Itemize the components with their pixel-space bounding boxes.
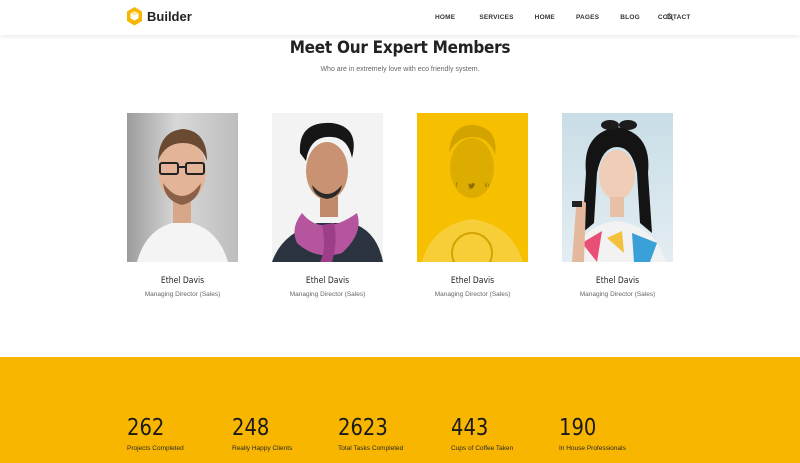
stat-label: Cups of Coffee Taken	[451, 445, 514, 452]
stat-item: 190 In House Professionals	[559, 415, 626, 452]
man-scarf-portrait	[272, 122, 383, 262]
member-name: Ethel Davis	[450, 276, 495, 286]
stat-label: Projects Completed	[127, 445, 184, 452]
man-glasses-portrait	[137, 129, 228, 262]
team-section-title: Meet Our Expert Members	[289, 38, 511, 58]
nav-contact[interactable]: CONTACT	[658, 14, 691, 21]
team-member-card: Ethel Davis Managing Director (Sales)	[127, 113, 238, 298]
member-name: Ethel Davis	[595, 276, 640, 286]
cube-logo-icon	[127, 7, 142, 26]
member-photo-hover[interactable]: f in	[417, 113, 528, 262]
stat-item: 2623 Total Tasks Completed	[338, 415, 403, 452]
stat-value: 248	[232, 415, 270, 441]
stat-item: 248 Really Happy Clients	[232, 415, 292, 452]
nav-home[interactable]: HOME	[435, 14, 455, 21]
linkedin-icon[interactable]: in	[485, 183, 490, 191]
woman-sunglasses-portrait	[572, 120, 666, 262]
member-role: Managing Director (Sales)	[579, 291, 656, 298]
stat-value: 443	[451, 415, 489, 441]
stat-label: In House Professionals	[559, 445, 626, 452]
member-role: Managing Director (Sales)	[289, 291, 366, 298]
team-member-card: f in Ethel Davis Managing Director (Sale…	[417, 113, 528, 298]
stats-section: 262 Projects Completed 248 Really Happy …	[0, 357, 800, 463]
stat-label: Total Tasks Completed	[338, 445, 404, 452]
nav-home-2[interactable]: HOME	[535, 14, 555, 21]
member-name: Ethel Davis	[160, 276, 205, 286]
search-icon[interactable]	[666, 13, 674, 21]
brand-logo[interactable]: Builder	[127, 7, 192, 26]
stat-item: 262 Projects Completed	[127, 415, 184, 452]
member-photo[interactable]	[127, 113, 238, 262]
stat-item: 443 Cups of Coffee Taken	[451, 415, 513, 452]
member-photo[interactable]	[562, 113, 673, 262]
site-header: Builder HOME SERVICES HOME PAGES BLOG CO…	[0, 0, 800, 35]
stat-value: 2623	[338, 415, 388, 441]
social-links: f in	[417, 183, 528, 191]
stat-value: 262	[127, 415, 165, 441]
member-role: Managing Director (Sales)	[434, 291, 511, 298]
nav-blog[interactable]: BLOG	[620, 14, 640, 21]
member-photo[interactable]	[272, 113, 383, 262]
nav-pages[interactable]: PAGES	[576, 14, 599, 21]
stat-value: 190	[559, 415, 597, 441]
member-name: Ethel Davis	[305, 276, 350, 286]
member-role: Managing Director (Sales)	[144, 291, 221, 298]
team-section-subtitle: Who are in extremely love with eco frien…	[320, 66, 480, 73]
nav-services[interactable]: SERVICES	[479, 14, 513, 21]
stat-label: Really Happy Clients	[232, 445, 293, 452]
team-member-card: Ethel Davis Managing Director (Sales)	[562, 113, 673, 298]
team-member-card: Ethel Davis Managing Director (Sales)	[272, 113, 383, 298]
main-nav: HOME SERVICES HOME PAGES BLOG CONTACT	[425, 0, 691, 35]
brand-name: Builder	[147, 9, 192, 24]
twitter-icon[interactable]	[467, 183, 475, 191]
facebook-icon[interactable]: f	[456, 183, 458, 191]
